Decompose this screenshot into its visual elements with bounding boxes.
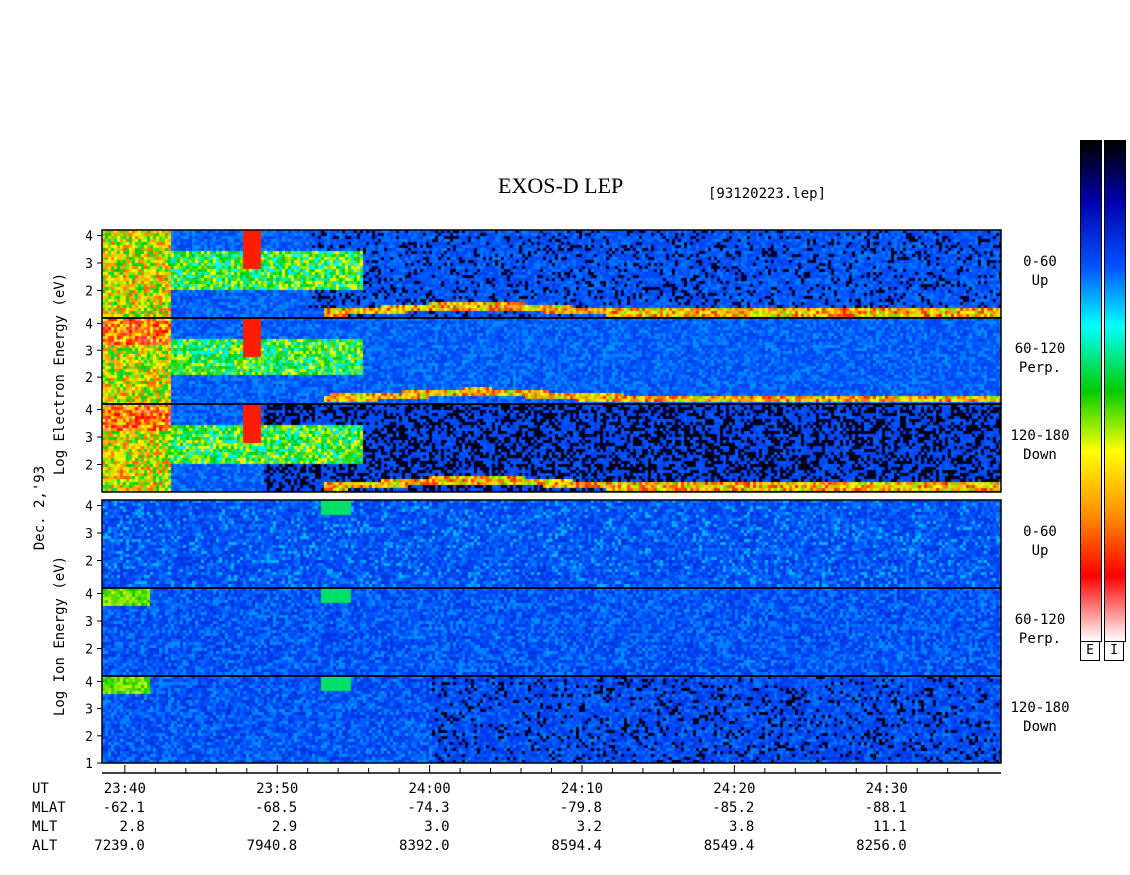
y-tick-label: 3 [85,431,93,446]
ephemeris-mlt-value: 3.8 [729,819,755,835]
ephemeris-ut-value: 24:30 [865,781,908,797]
ephemeris-mlt-value: 11.1 [873,819,907,835]
y-tick-label: 4 [85,317,93,332]
pitch-angle-direction: Perp. [1018,631,1062,647]
axes-layer: 2 3 4 2 3 4 2 3 4 2 3 4 2 3 4 1 2 3 4 [85,229,1002,774]
y-tick-label: 2 [85,371,93,386]
ephemeris-ut-value: 23:40 [103,781,146,797]
panel-frame [101,317,1002,405]
y-tick-label: 2 [85,730,93,745]
ephemeris-ut-value: 24:20 [713,781,756,797]
y-tick-label: 4 [85,675,93,690]
pitch-angle-direction: Down [1023,718,1057,735]
pitch-angle-direction: Perp. [1018,360,1062,376]
pitch-angle-range: 60-120 [1014,341,1066,357]
pitch-angle-range: 120-180 [1010,428,1070,444]
y-tick-label: 4 [85,588,93,603]
ephemeris-row-name: ALT [32,838,58,854]
panel-frame [101,403,1002,493]
panel-frame [101,587,1002,677]
ephemeris-alt-value: 7239.0 [94,838,145,854]
pitch-angle-range: 0-60 [1023,254,1057,270]
ephemeris-mlt-value: 3.0 [424,819,450,835]
colorbar-ion-label: I [1104,641,1124,661]
colorbar-electron [1080,140,1102,642]
pitch-angle-range: 0-60 [1023,524,1057,540]
y-tick-label: 4 [85,230,93,245]
y-tick-label: 4 [85,500,93,515]
ephemeris-alt-value: 8594.4 [551,838,602,854]
ephemeris-ut-value: 23:50 [256,781,299,797]
ephemeris-row-name: MLAT [32,800,66,816]
colorbar-ion [1104,140,1126,642]
y-tick-label: 3 [85,527,93,542]
ephemeris-ut-value: 24:10 [560,781,604,797]
ephemeris-mlat-value: -74.3 [407,800,450,816]
pitch-angle-range: 120-180 [1010,699,1070,716]
ephemeris-alt-value: 7940.8 [246,838,298,854]
pitch-angle-direction: Down [1023,447,1057,463]
pitch-angle-direction: Up [1031,273,1049,289]
ephemeris-row-name: UT [32,781,49,797]
ephemeris-row-name: MLT [32,819,58,835]
y-tick-label: 4 [85,404,93,419]
y-tick-label: 3 [85,703,93,718]
y-tick-label: 3 [85,615,93,630]
ephemeris-mlat-value: -62.1 [102,800,145,816]
y-tick-label: 3 [85,257,93,272]
y-tick-label: 2 [85,555,93,570]
y-tick-label: 2 [85,459,93,474]
ephemeris-alt-value: 8392.0 [399,838,450,854]
y-tick-label: 2 [85,643,93,658]
ephemeris-alt-value: 8549.4 [703,838,755,854]
y-tick-label: 3 [85,344,93,359]
ephemeris-mlt-value: 2.9 [271,819,298,835]
y-tick-label: 1 [85,757,93,772]
pitch-angle-range: 60-120 [1014,612,1066,628]
ephemeris-mlat-value: -85.2 [712,800,755,816]
ephemeris-mlt-value: 3.2 [576,819,602,835]
ephemeris-mlt-value: 2.8 [119,819,145,835]
ephemeris-ut-value: 24:00 [408,781,451,797]
ephemeris-mlat-value: -88.1 [864,800,907,816]
ephemeris-mlat-value: -68.5 [255,800,298,816]
ephemeris-mlat-value: -79.8 [559,800,602,816]
pitch-angle-direction: Up [1031,543,1049,559]
panel-frame [101,675,1002,764]
ephemeris-alt-value: 8256.0 [856,838,907,854]
colorbar-electron-label: E [1080,641,1100,661]
panel-frame [101,499,1002,589]
panel-frame [101,229,1002,319]
y-tick-label: 2 [85,285,93,300]
spectrogram-figure: EXOS-D LEP [93120223.lep] Log Electron E… [0,0,1130,875]
